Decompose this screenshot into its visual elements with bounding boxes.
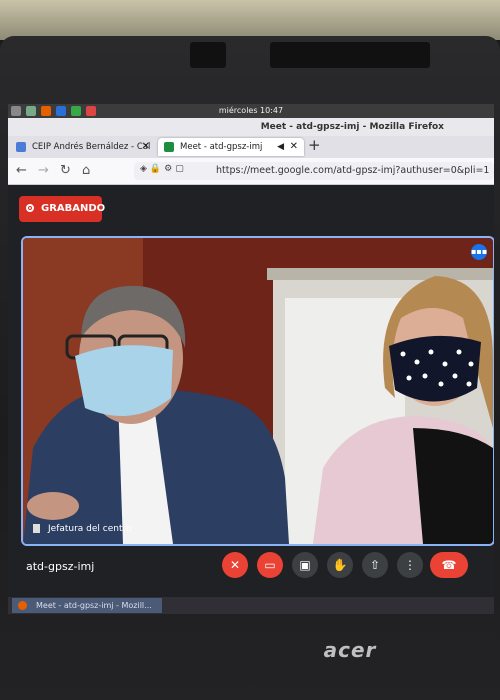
window-title: Meet - atd-gpsz-imj - Mozilla Firefox — [260, 122, 444, 132]
speaker-icon[interactable]: ◀ — [277, 138, 284, 156]
tab-label: CEIP Andrés Bernáldez - Cal — [32, 142, 151, 152]
raise-hand-button[interactable]: ✋ — [327, 552, 353, 578]
captions-button[interactable]: ▣ — [292, 552, 318, 578]
participant-label: Jefatura del centro — [33, 524, 132, 534]
firefox-icon — [18, 601, 27, 610]
close-tab-icon[interactable]: ✕ — [142, 138, 150, 156]
pin-icon[interactable] — [33, 524, 40, 533]
recording-label: GRABANDO — [41, 203, 106, 214]
present-button[interactable]: ⇧ — [362, 552, 388, 578]
participant-name: Jefatura del centro — [48, 524, 132, 534]
participant-video[interactable]: ▪▪▪ Jefatura del centro — [21, 236, 494, 546]
back-icon[interactable]: ← — [16, 163, 27, 178]
camera-off-button[interactable]: ▭ — [257, 552, 283, 578]
video-frame — [23, 238, 493, 544]
forward-icon[interactable]: → — [38, 163, 49, 178]
close-tab-icon[interactable]: ✕ — [290, 138, 298, 156]
address-bar[interactable]: ◈🔒⚙▢ https://meet.google.com/atd-gpsz-im… — [134, 162, 494, 180]
record-icon — [26, 204, 34, 212]
recording-badge: GRABANDO — [19, 196, 106, 222]
new-tab-icon[interactable]: + — [308, 136, 321, 154]
speaking-indicator-icon: ▪▪▪ — [471, 244, 487, 260]
mic-off-icon: ✕ — [229, 558, 241, 572]
laptop-logo: acer — [323, 638, 377, 662]
hang-up-button[interactable]: ☎ — [430, 552, 468, 578]
webcam-bar — [270, 42, 430, 68]
tab-label: Meet - atd-gpsz-imj — [180, 142, 263, 152]
background-wall — [0, 0, 500, 40]
more-options-icon: ⋮ — [404, 558, 416, 572]
tab-strip: CEIP Andrés Bernáldez - Cal ✕ Meet - atd… — [8, 136, 494, 158]
meeting-code: atd-gpsz-imj — [26, 560, 95, 573]
mic-off-button[interactable]: ✕ — [222, 552, 248, 578]
clock: miércoles 10:47 — [218, 106, 284, 115]
system-panel: miércoles 10:47 — [8, 104, 494, 118]
webcam-housing — [190, 42, 226, 68]
home-icon[interactable]: ⌂ — [82, 163, 90, 178]
raise-hand-icon: ✋ — [332, 558, 348, 572]
site-favicon-icon — [16, 142, 26, 152]
url-text: https://meet.google.com/atd-gpsz-imj?aut… — [216, 165, 490, 176]
site-info-icons[interactable]: ◈🔒⚙▢ — [140, 164, 187, 174]
laptop-screen: miércoles 10:47 Meet - atd-gpsz-imj - Mo… — [8, 104, 494, 614]
meet-favicon-icon — [164, 142, 174, 152]
camera-off-icon: ▭ — [264, 558, 276, 572]
tab-meet[interactable]: Meet - atd-gpsz-imj ◀ ✕ — [158, 138, 304, 156]
more-options-button[interactable]: ⋮ — [397, 552, 423, 578]
captions-icon: ▣ — [299, 558, 311, 572]
meet-view: GRABANDO ▪▪▪ Jefatura del centro atd-gps… — [8, 185, 494, 597]
taskbar-item-label: Meet - atd-gpsz-imj - Mozill... — [36, 601, 152, 610]
hang-up-icon: ☎ — [441, 558, 457, 572]
tab-ceip[interactable]: CEIP Andrés Bernáldez - Cal ✕ — [10, 138, 156, 156]
taskbar: Meet - atd-gpsz-imj - Mozill... — [8, 597, 494, 614]
reload-icon[interactable]: ↻ — [60, 163, 71, 178]
window-titlebar: Meet - atd-gpsz-imj - Mozilla Firefox — [8, 118, 494, 136]
taskbar-item-firefox[interactable]: Meet - atd-gpsz-imj - Mozill... — [12, 598, 162, 613]
navigation-bar: ← → ↻ ⌂ ◈🔒⚙▢ https://meet.google.com/atd… — [8, 158, 494, 185]
present-icon: ⇧ — [369, 558, 381, 572]
